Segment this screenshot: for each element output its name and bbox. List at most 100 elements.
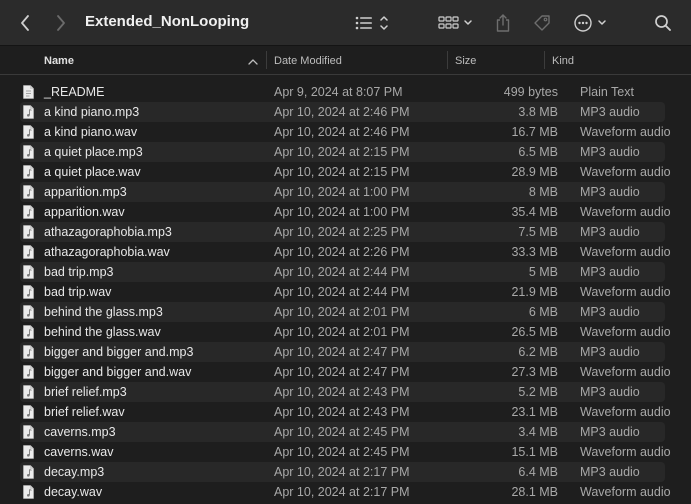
file-row[interactable]: athazagoraphobia.mp3 Apr 10, 2024 at 2:25…	[20, 222, 665, 242]
file-date-modified: Apr 10, 2024 at 1:00 PM	[274, 185, 410, 199]
file-row[interactable]: decay.mp3 Apr 10, 2024 at 2:17 PM 6.4 MB MP…	[20, 462, 665, 482]
file-row[interactable]: a quiet place.wav Apr 10, 2024 at 2:15 PM…	[20, 162, 671, 182]
audio-file-icon	[23, 445, 34, 459]
file-kind: Waveform audio	[580, 165, 671, 179]
file-date-modified: Apr 10, 2024 at 2:15 PM	[274, 145, 410, 159]
file-size: 6.2 MB	[518, 345, 558, 359]
group-by-button[interactable]	[436, 13, 476, 33]
file-date-modified: Apr 9, 2024 at 8:07 PM	[274, 85, 403, 99]
file-date-modified: Apr 10, 2024 at 2:26 PM	[274, 245, 410, 259]
file-row[interactable]: bigger and bigger and.wav Apr 10, 2024 at…	[20, 362, 671, 382]
file-size: 499 bytes	[503, 85, 558, 99]
toolbar: Extended_NonLooping	[0, 0, 691, 46]
audio-file-icon	[23, 345, 34, 359]
column-name[interactable]: Name	[44, 55, 74, 67]
file-date-modified: Apr 10, 2024 at 2:45 PM	[274, 425, 410, 439]
file-name: caverns.mp3	[44, 425, 116, 439]
file-date-modified: Apr 10, 2024 at 2:47 PM	[274, 345, 410, 359]
audio-file-icon	[23, 485, 34, 499]
file-kind: Waveform audio	[580, 325, 671, 339]
audio-file-icon	[23, 165, 34, 179]
file-date-modified: Apr 10, 2024 at 2:17 PM	[274, 465, 410, 479]
audio-file-icon	[23, 365, 34, 379]
file-kind: Plain Text	[580, 85, 634, 99]
file-row[interactable]: athazagoraphobia.wav Apr 10, 2024 at 2:26…	[20, 242, 671, 262]
file-row[interactable]: apparition.mp3 Apr 10, 2024 at 1:00 PM 8 M…	[20, 182, 665, 202]
audio-file-icon	[23, 385, 34, 399]
file-date-modified: Apr 10, 2024 at 2:44 PM	[274, 285, 410, 299]
column-header: Name Date Modified Size Kind	[0, 47, 691, 75]
back-button[interactable]	[14, 12, 36, 34]
file-row[interactable]: bigger and bigger and.mp3 Apr 10, 2024 at…	[20, 342, 665, 362]
file-row[interactable]: apparition.wav Apr 10, 2024 at 1:00 PM 35.…	[20, 202, 671, 222]
file-name: _README	[44, 85, 105, 99]
file-kind: Waveform audio	[580, 205, 671, 219]
text-document-icon	[23, 85, 34, 99]
file-name: apparition.wav	[44, 205, 125, 219]
file-kind: MP3 audio	[580, 185, 640, 199]
file-row[interactable]: behind the glass.wav Apr 10, 2024 at 2:01…	[20, 322, 671, 342]
file-date-modified: Apr 10, 2024 at 2:01 PM	[274, 325, 410, 339]
file-row[interactable]: caverns.mp3 Apr 10, 2024 at 2:45 PM 3.4 MB…	[20, 422, 665, 442]
sort-ascending-icon[interactable]	[248, 58, 258, 65]
file-size: 3.8 MB	[518, 105, 558, 119]
file-date-modified: Apr 10, 2024 at 2:46 PM	[274, 105, 410, 119]
file-date-modified: Apr 10, 2024 at 2:15 PM	[274, 165, 410, 179]
file-name: a quiet place.wav	[44, 165, 141, 179]
file-kind: Waveform audio	[580, 245, 671, 259]
share-button[interactable]	[492, 11, 514, 35]
column-divider[interactable]	[447, 51, 448, 69]
file-size: 15.1 MB	[511, 445, 558, 459]
file-size: 28.9 MB	[511, 165, 558, 179]
forward-button[interactable]	[50, 12, 72, 34]
column-date-modified[interactable]: Date Modified	[274, 55, 342, 67]
file-name: athazagoraphobia.wav	[44, 245, 170, 259]
file-size: 8 MB	[528, 185, 558, 199]
action-menu-button[interactable]	[573, 12, 611, 34]
file-kind: MP3 audio	[580, 345, 640, 359]
file-name: a kind piano.mp3	[44, 105, 140, 119]
file-size: 6.5 MB	[518, 145, 558, 159]
file-name: bad trip.wav	[44, 285, 112, 299]
file-size: 27.3 MB	[511, 365, 558, 379]
tag-button[interactable]	[530, 12, 554, 34]
file-name: brief relief.wav	[44, 405, 125, 419]
file-row[interactable]: bad trip.mp3 Apr 10, 2024 at 2:44 PM 5 MB M…	[20, 262, 665, 282]
file-date-modified: Apr 10, 2024 at 2:44 PM	[274, 265, 410, 279]
file-row[interactable]: brief relief.mp3 Apr 10, 2024 at 2:43 PM 5…	[20, 382, 665, 402]
audio-file-icon	[23, 245, 34, 259]
file-row[interactable]: caverns.wav Apr 10, 2024 at 2:45 PM 15.1 M…	[20, 442, 671, 462]
column-kind[interactable]: Kind	[552, 55, 574, 67]
file-size: 16.7 MB	[511, 125, 558, 139]
file-row[interactable]: bad trip.wav Apr 10, 2024 at 2:44 PM 21.9 …	[20, 282, 671, 302]
file-name: decay.wav	[44, 485, 103, 499]
file-size: 5 MB	[528, 265, 558, 279]
audio-file-icon	[23, 225, 34, 239]
file-kind: MP3 audio	[580, 145, 640, 159]
file-row[interactable]: _README Apr 9, 2024 at 8:07 PM 499 bytes Pl…	[20, 82, 665, 102]
file-row[interactable]: brief relief.wav Apr 10, 2024 at 2:43 PM 2…	[20, 402, 671, 422]
audio-file-icon	[23, 405, 34, 419]
column-divider[interactable]	[544, 51, 545, 69]
file-row[interactable]: a kind piano.mp3 Apr 10, 2024 at 2:46 PM 3…	[20, 102, 665, 122]
file-row[interactable]: decay.wav Apr 10, 2024 at 2:17 PM 28.1 MB W…	[20, 482, 671, 502]
audio-file-icon	[23, 285, 34, 299]
audio-file-icon	[23, 325, 34, 339]
file-row[interactable]: behind the glass.mp3 Apr 10, 2024 at 2:01…	[20, 302, 665, 322]
file-kind: MP3 audio	[580, 225, 640, 239]
column-divider[interactable]	[266, 51, 267, 69]
file-date-modified: Apr 10, 2024 at 2:46 PM	[274, 125, 410, 139]
file-kind: MP3 audio	[580, 425, 640, 439]
file-kind: MP3 audio	[580, 385, 640, 399]
share-icon	[496, 14, 510, 32]
file-row[interactable]: a kind piano.wav Apr 10, 2024 at 2:46 PM 1…	[20, 122, 671, 142]
column-size[interactable]: Size	[455, 55, 476, 67]
file-name: bad trip.mp3	[44, 265, 114, 279]
file-kind: MP3 audio	[580, 465, 640, 479]
search-button[interactable]	[652, 12, 674, 34]
list-view-button[interactable]	[352, 13, 392, 33]
more-options-icon	[574, 14, 606, 32]
file-row[interactable]: a quiet place.mp3 Apr 10, 2024 at 2:15 PM…	[20, 142, 665, 162]
file-name: decay.mp3	[44, 465, 105, 479]
file-kind: Waveform audio	[580, 125, 671, 139]
